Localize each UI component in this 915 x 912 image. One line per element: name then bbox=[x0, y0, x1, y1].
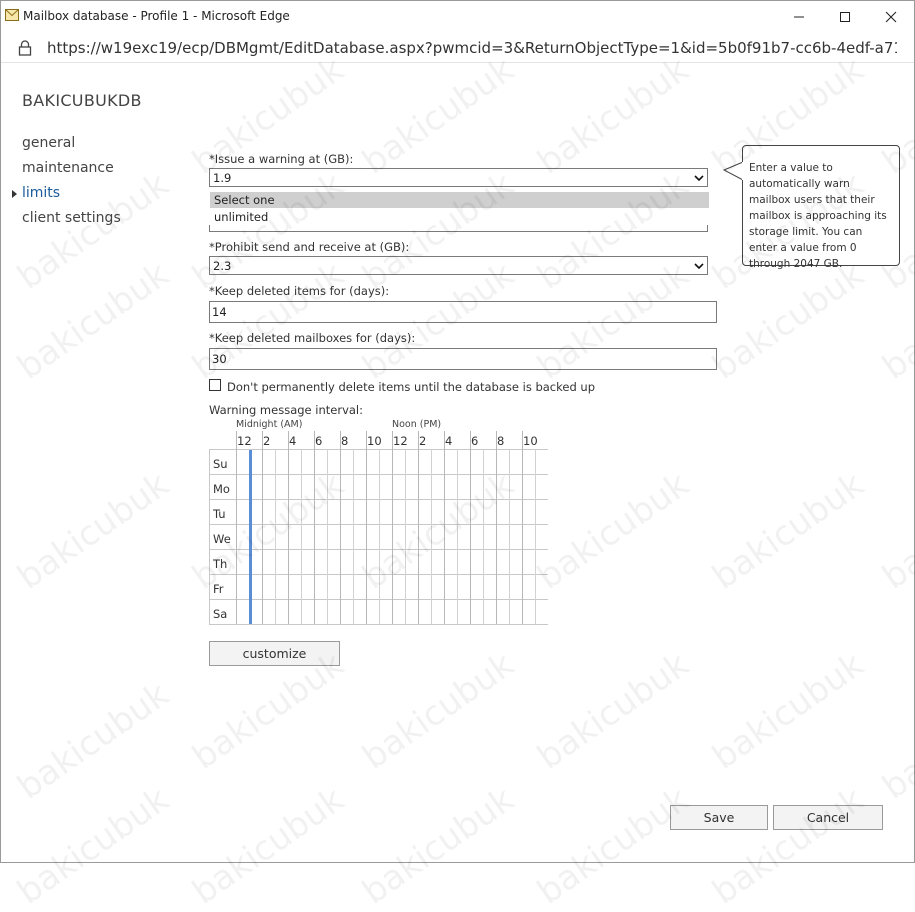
pm-label: Noon (PM) bbox=[392, 419, 442, 430]
window-title: Mailbox database - Profile 1 - Microsoft… bbox=[23, 9, 290, 23]
watermark-text: bakicubuk bbox=[530, 464, 697, 598]
am-label: Midnight (AM) bbox=[236, 419, 303, 430]
watermark-text: bakicubuk bbox=[530, 644, 697, 778]
watermark-text: bakicubuk bbox=[10, 464, 177, 598]
backup-checkbox[interactable] bbox=[209, 379, 221, 391]
backup-checkbox-label: Don't permanently delete items until the… bbox=[227, 380, 595, 394]
maximize-icon bbox=[840, 11, 850, 22]
lock-icon bbox=[18, 40, 32, 56]
active-arrow-icon bbox=[12, 190, 17, 198]
sidebar-item-limits[interactable]: limits bbox=[22, 185, 60, 201]
keep-items-label: *Keep deleted items for (days): bbox=[209, 284, 390, 298]
scrollbar[interactable] bbox=[906, 63, 914, 862]
warning-label: *Issue a warning at (GB): bbox=[209, 152, 354, 166]
cancel-button[interactable]: Cancel bbox=[773, 805, 883, 830]
watermark-text: bakicubuk bbox=[705, 644, 872, 778]
browser-window: Mailbox database - Profile 1 - Microsoft… bbox=[0, 0, 915, 912]
selected-interval-bar bbox=[249, 450, 252, 624]
watermark-text: bakicubuk bbox=[185, 779, 352, 912]
warning-select[interactable]: 1.9 bbox=[209, 168, 708, 187]
dropdown-option-unlimited[interactable]: unlimited bbox=[210, 209, 709, 225]
watermark-text: bakicubuk bbox=[10, 674, 177, 808]
schedule-title: Warning message interval: bbox=[209, 403, 363, 417]
close-icon bbox=[885, 11, 897, 22]
watermark-text: bakicubuk bbox=[530, 49, 697, 183]
save-button[interactable]: Save bbox=[670, 805, 768, 830]
prohibit-select[interactable]: 2.3 bbox=[209, 256, 708, 275]
prohibit-label: *Prohibit send and receive at (GB): bbox=[209, 240, 410, 254]
watermark-text: bakicubuk bbox=[530, 779, 697, 912]
dropdown-option-select-one[interactable]: Select one bbox=[210, 192, 709, 208]
sidebar-item-client-settings[interactable]: client settings bbox=[22, 210, 121, 226]
warning-value: 1.9 bbox=[213, 171, 232, 185]
warning-dropdown-list: Select one unlimited bbox=[209, 191, 709, 225]
sidebar-item-general[interactable]: general bbox=[22, 135, 75, 151]
watermark-text: bakicubuk bbox=[705, 779, 872, 912]
database-name: BAKICUBUKDB bbox=[22, 91, 142, 110]
title-bar: Mailbox database - Profile 1 - Microsoft… bbox=[1, 1, 914, 32]
watermark-text: bakicubuk bbox=[355, 779, 522, 912]
mail-icon bbox=[5, 9, 19, 21]
keep-mailboxes-label: *Keep deleted mailboxes for (days): bbox=[209, 331, 416, 345]
chevron-down-icon bbox=[694, 263, 704, 270]
sidebar-item-maintenance[interactable]: maintenance bbox=[22, 160, 114, 176]
callout-joint bbox=[742, 162, 745, 180]
maximize-button[interactable] bbox=[822, 1, 868, 32]
watermark-text: bakicubuk bbox=[705, 464, 872, 598]
watermark-text: bakicubuk bbox=[705, 254, 872, 388]
watermark-text: bakicubuk bbox=[355, 644, 522, 778]
minimize-icon bbox=[794, 16, 804, 17]
address-bar[interactable]: https://w19exc19/ecp/DBMgmt/EditDatabase… bbox=[1, 32, 914, 63]
watermark-text: bakicubuk bbox=[10, 779, 177, 912]
prohibit-value: 2.3 bbox=[213, 259, 232, 273]
schedule-grid[interactable] bbox=[209, 431, 548, 625]
help-tooltip: Enter a value to automatically warn mail… bbox=[742, 145, 900, 270]
watermark-text: bakicubuk bbox=[10, 254, 177, 388]
minimize-button[interactable] bbox=[776, 1, 822, 32]
close-button[interactable] bbox=[868, 1, 914, 32]
url-text[interactable]: https://w19exc19/ecp/DBMgmt/EditDatabase… bbox=[47, 39, 897, 57]
help-tooltip-text: Enter a value to automatically warn mail… bbox=[749, 162, 887, 270]
customize-button[interactable]: customize bbox=[209, 641, 340, 666]
watermark-text: bakicubuk bbox=[355, 49, 522, 183]
keep-items-input[interactable]: 14 bbox=[209, 301, 717, 323]
chevron-down-icon bbox=[694, 175, 704, 182]
keep-mailboxes-input[interactable]: 30 bbox=[209, 348, 717, 370]
